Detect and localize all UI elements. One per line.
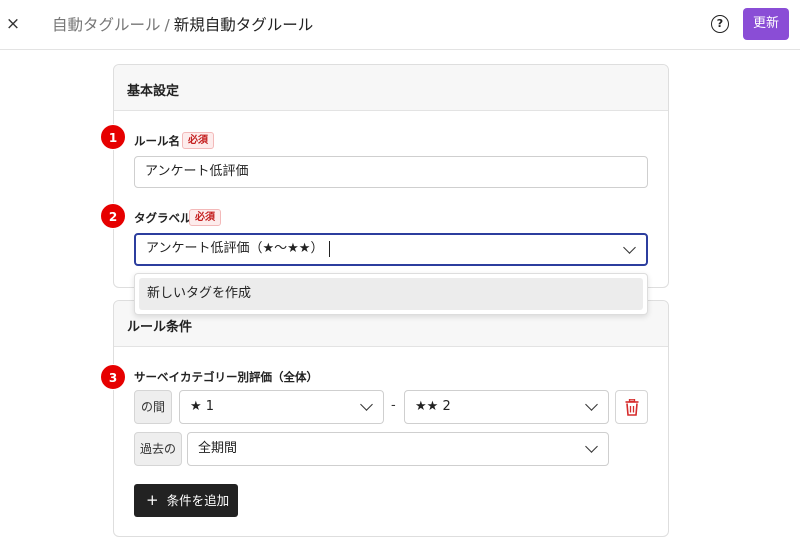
chevron-down-icon[interactable] — [360, 398, 373, 411]
basic-settings-title: 基本設定 — [114, 65, 668, 111]
page-title: 新規自動タグルール — [173, 16, 314, 34]
tag-label-select[interactable]: アンケート低評価（★〜★★） — [134, 233, 648, 266]
help-icon[interactable]: ? — [711, 15, 729, 33]
period-select[interactable]: 全期間 — [187, 432, 609, 466]
chevron-down-icon[interactable] — [585, 440, 598, 453]
tag-label-label: タグラベル — [134, 211, 192, 225]
breadcrumb-separator: / — [164, 16, 170, 34]
step-badge-2: 2 — [100, 203, 126, 229]
rating-from-select[interactable]: ★ 1 — [179, 390, 384, 424]
trash-icon — [625, 399, 639, 416]
range-separator: - — [391, 398, 396, 413]
rating-from-value: ★ 1 — [190, 399, 215, 414]
chevron-down-icon[interactable] — [585, 398, 598, 411]
period-prefix-tag: 過去の — [134, 432, 182, 466]
tag-label-dropdown: 新しいタグを作成 — [134, 273, 648, 315]
top-bar: × 自動タグルール / 新規自動タグルール ? 更新 — [0, 0, 800, 50]
required-badge: 必須 — [182, 132, 214, 149]
text-caret — [329, 240, 331, 257]
close-icon[interactable]: × — [4, 12, 22, 36]
delete-condition-button[interactable] — [615, 390, 648, 424]
rating-to-value: ★★ 2 — [415, 399, 451, 414]
step-badge-1: 1 — [100, 124, 126, 150]
breadcrumb-parent-link[interactable]: 自動タグルール — [52, 16, 161, 34]
period-value: 全期間 — [198, 441, 238, 456]
survey-rating-label: サーベイカテゴリー別評価（全体） — [134, 370, 318, 384]
range-prefix-tag: の間 — [134, 390, 172, 424]
update-button[interactable]: 更新 — [743, 8, 789, 40]
breadcrumb: 自動タグルール / 新規自動タグルール — [52, 13, 313, 35]
rule-name-input[interactable]: アンケート低評価 — [134, 156, 648, 188]
create-new-tag-option[interactable]: 新しいタグを作成 — [139, 278, 643, 310]
required-badge: 必須 — [189, 209, 221, 226]
tag-label-value: アンケート低評価（★〜★★） — [146, 241, 324, 256]
add-condition-label: 条件を追加 — [166, 493, 230, 508]
rule-name-label: ルール名 — [134, 134, 180, 148]
add-condition-button[interactable]: + 条件を追加 — [134, 484, 238, 517]
rating-to-select[interactable]: ★★ 2 — [404, 390, 609, 424]
plus-icon: + — [146, 491, 159, 509]
step-badge-3: 3 — [100, 364, 126, 390]
chevron-down-icon[interactable] — [623, 241, 636, 254]
rule-name-value: アンケート低評価 — [145, 164, 249, 179]
